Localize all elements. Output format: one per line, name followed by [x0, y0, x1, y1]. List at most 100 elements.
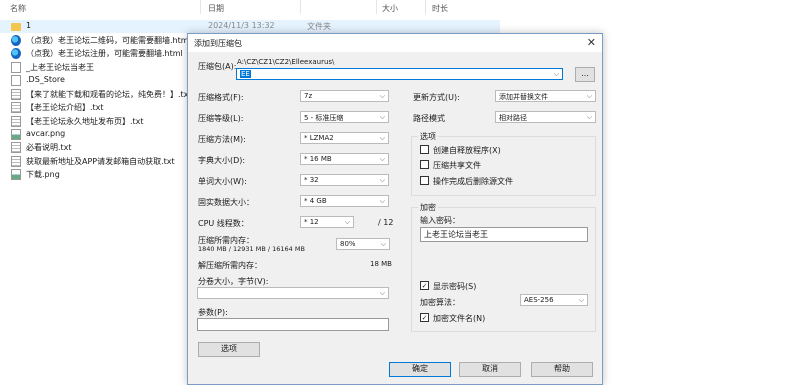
path-mode-select[interactable]: 相对路径 ⌵: [495, 111, 596, 123]
browse-button[interactable]: ...: [575, 67, 595, 82]
split-combo[interactable]: ⌵: [197, 287, 389, 299]
file-name: 1: [26, 21, 32, 30]
encrypt-names-label: 加密文件名(N): [433, 314, 486, 323]
chevron-down-icon: ⌵: [586, 92, 592, 100]
level-select[interactable]: 5 - 标准压缩 ⌵: [300, 111, 389, 123]
file-name: avcar.png: [26, 129, 66, 138]
chevron-down-icon: ⌵: [379, 176, 385, 184]
chevron-down-icon: ⌵: [379, 197, 385, 205]
image-file-icon: [11, 129, 21, 140]
column-size[interactable]: 大小: [382, 3, 398, 14]
encryption-method-select[interactable]: AES-256 ⌵: [520, 294, 588, 306]
password-label: 输入密码：: [420, 216, 460, 225]
threads-select[interactable]: * 12 ⌵: [300, 216, 354, 228]
file-name: 【来了就能下载和观看的论坛，纯免费！】.txt: [26, 90, 192, 99]
file-icon: [11, 62, 21, 73]
encryption-method-value: AES-256: [524, 296, 554, 304]
format-label: 压缩格式(F):: [198, 93, 244, 102]
update-value: 添加并替换文件: [499, 93, 548, 101]
close-icon[interactable]: ✕: [587, 36, 596, 49]
method-value: * LZMA2: [304, 134, 334, 142]
chevron-down-icon: ⌵: [578, 296, 584, 304]
word-value: * 32: [304, 176, 319, 184]
encrypt-names-checkbox[interactable]: ✓: [420, 313, 429, 322]
column-date[interactable]: 日期: [208, 3, 224, 14]
chevron-down-icon: ⌵: [379, 134, 385, 142]
word-select[interactable]: * 32 ⌵: [300, 174, 389, 186]
path-mode-value: 相对路径: [499, 114, 527, 122]
title-bar[interactable]: 添加到压缩包 ✕: [188, 34, 602, 52]
threads-value: * 12: [304, 218, 319, 226]
edge-icon: [11, 48, 21, 59]
shared-files-label: 压缩共享文件: [433, 161, 481, 170]
format-value: 7z: [304, 92, 313, 100]
text-file-icon: [11, 156, 21, 167]
cancel-button[interactable]: 取消: [459, 362, 521, 377]
file-name: 获取最新地址及APP请发邮箱自动获取.txt: [26, 157, 175, 166]
column-header: 名称 日期 大小 时长: [0, 0, 800, 14]
chevron-down-icon: ⌵: [586, 113, 592, 121]
options-button[interactable]: 选项: [198, 342, 260, 357]
memory-value: 1840 MB / 12931 MB / 16164 MB: [198, 245, 305, 253]
archive-name-value: EE: [240, 70, 251, 78]
file-name: 必看说明.txt: [26, 143, 72, 152]
text-file-icon: [11, 142, 21, 153]
options-group-label: 选项: [418, 131, 438, 142]
archive-label: 压缩包(A):: [198, 62, 237, 71]
chevron-down-icon: ⌵: [379, 289, 385, 297]
show-password-label: 显示密码(S): [433, 282, 477, 291]
file-name: 【老王论坛介绍】.txt: [26, 103, 104, 112]
show-password-checkbox[interactable]: ✓: [420, 281, 429, 290]
update-select[interactable]: 添加并替换文件 ⌵: [495, 90, 596, 102]
image-file-icon: [11, 169, 21, 180]
add-to-archive-dialog: 添加到压缩包 ✕ 压缩包(A): A:\CZ\CZ1\CZ2\Elleexaur…: [187, 33, 603, 385]
file-type: 文件夹: [307, 22, 331, 31]
shared-files-checkbox[interactable]: [420, 160, 429, 169]
sfx-checkbox[interactable]: [420, 145, 429, 154]
file-name: _上老王论坛当老王: [26, 63, 94, 72]
chevron-down-icon: ⌵: [380, 240, 386, 248]
encryption-group-label: 加密: [418, 202, 438, 213]
column-name[interactable]: 名称: [10, 3, 26, 14]
split-label: 分卷大小，字节(V):: [198, 277, 269, 286]
threads-label: CPU 线程数：: [198, 219, 249, 228]
archive-path: A:\CZ\CZ1\CZ2\Elleexaurus\: [237, 58, 335, 66]
method-select[interactable]: * LZMA2 ⌵: [300, 132, 389, 144]
file-icon: [11, 75, 21, 86]
solid-value: * 4 GB: [304, 197, 327, 205]
update-label: 更新方式(U):: [413, 93, 460, 102]
text-file-icon: [11, 116, 21, 127]
file-name: 下载.png: [26, 170, 60, 179]
solid-label: 固实数据大小：: [198, 198, 254, 207]
delete-after-checkbox[interactable]: [420, 176, 429, 185]
dict-select[interactable]: * 16 MB ⌵: [300, 153, 389, 165]
archive-name-combo[interactable]: EE ⌵: [236, 68, 563, 80]
help-button[interactable]: 帮助: [531, 362, 593, 377]
dict-label: 字典大小(D):: [198, 156, 246, 165]
file-name: 【老王论坛永久地址发布页】.txt: [26, 117, 144, 126]
method-label: 压缩方法(M):: [198, 135, 246, 144]
ok-button[interactable]: 确定: [389, 362, 451, 377]
format-select[interactable]: 7z ⌵: [300, 90, 389, 102]
solid-select[interactable]: * 4 GB ⌵: [300, 195, 389, 207]
encryption-method-label: 加密算法：: [420, 298, 460, 307]
params-input[interactable]: [197, 318, 389, 331]
file-name: .DS_Store: [26, 75, 65, 84]
path-mode-label: 路径模式: [413, 114, 445, 123]
file-date: 2024/11/3 13:32: [208, 21, 275, 30]
level-label: 压缩等级(L):: [198, 114, 244, 123]
dialog-title: 添加到压缩包: [194, 39, 242, 48]
chevron-down-icon: ⌵: [379, 155, 385, 163]
dict-value: * 16 MB: [304, 155, 332, 163]
text-file-icon: [11, 102, 21, 113]
column-duration[interactable]: 时长: [432, 3, 448, 14]
threads-total: / 12: [378, 218, 394, 227]
decompress-memory-label: 解压缩所需内存：: [198, 261, 262, 270]
password-input[interactable]: 上老王论坛当老王: [420, 227, 588, 242]
memory-percent-select[interactable]: 80% ⌵: [336, 238, 390, 250]
chevron-down-icon: ⌵: [553, 70, 559, 78]
edge-icon: [11, 35, 21, 46]
sfx-label: 创建自释放程序(X): [433, 146, 501, 155]
chevron-down-icon: ⌵: [379, 92, 385, 100]
list-item[interactable]: 1 2024/11/3 13:32 文件夹: [0, 20, 500, 33]
